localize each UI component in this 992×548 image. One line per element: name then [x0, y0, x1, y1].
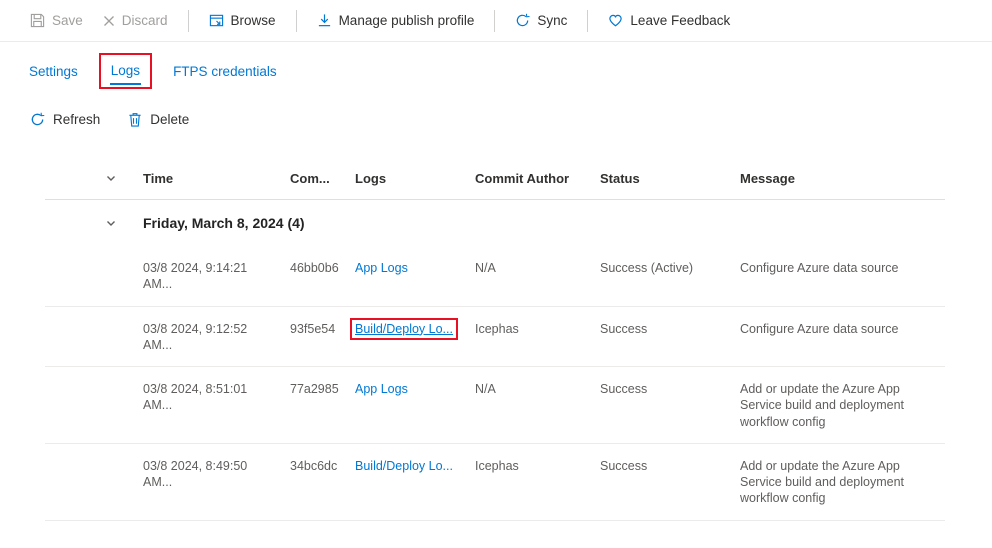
row-commit-author: N/A: [475, 260, 600, 276]
sync-button[interactable]: Sync: [515, 13, 567, 28]
row-message: Configure Azure data source: [740, 260, 945, 276]
discard-button[interactable]: Discard: [103, 13, 168, 28]
row-message: Add or update the Azure App Service buil…: [740, 381, 945, 430]
column-header-logs: Logs: [355, 171, 475, 186]
save-label: Save: [52, 13, 83, 28]
sync-icon: [515, 13, 530, 28]
browse-button[interactable]: Browse: [209, 13, 276, 28]
refresh-icon: [30, 112, 45, 127]
command-bar: Save Discard Browse: [0, 0, 992, 42]
column-header-message: Message: [740, 171, 945, 186]
tab-settings[interactable]: Settings: [28, 57, 79, 86]
row-time: 03/8 2024, 9:12:52 AM...: [143, 321, 290, 354]
save-icon: [30, 13, 45, 28]
column-header-commit-author: Commit Author: [475, 171, 600, 186]
column-header-status: Status: [600, 171, 740, 186]
row-commit-author: Icephas: [475, 458, 600, 474]
toolbar-separator: [188, 10, 189, 32]
row-message: Add or update the Azure App Service buil…: [740, 458, 945, 507]
row-time: 03/8 2024, 8:51:01 AM...: [143, 381, 290, 414]
row-commit: 34bc6dc: [290, 458, 355, 474]
row-status: Success: [600, 458, 740, 474]
leave-feedback-label: Leave Feedback: [630, 13, 730, 28]
logs-table: Time Com... Logs Commit Author Status Me…: [45, 158, 945, 521]
collapse-all-chevron[interactable]: [103, 170, 119, 186]
save-button[interactable]: Save: [30, 13, 83, 28]
annotation-highlight-logs-tab: Logs: [99, 53, 152, 89]
delete-button[interactable]: Delete: [128, 112, 189, 127]
tab-ftps-credentials[interactable]: FTPS credentials: [172, 57, 278, 86]
browse-icon: [209, 13, 224, 28]
toolbar-separator: [296, 10, 297, 32]
tab-logs[interactable]: Logs: [110, 56, 141, 85]
group-collapse-chevron[interactable]: [103, 215, 119, 231]
app-logs-link[interactable]: App Logs: [355, 261, 408, 275]
logs-action-bar: Refresh Delete: [0, 108, 992, 130]
discard-label: Discard: [122, 13, 168, 28]
app-logs-link[interactable]: App Logs: [355, 382, 408, 396]
row-time: 03/8 2024, 8:49:50 AM...: [143, 458, 290, 491]
column-header-time: Time: [143, 171, 290, 186]
row-status: Success: [600, 381, 740, 397]
table-row: 03/8 2024, 9:14:21 AM... 46bb0b6 App Log…: [45, 246, 945, 307]
build-deploy-logs-link[interactable]: Build/Deploy Lo...: [355, 459, 453, 473]
leave-feedback-button[interactable]: Leave Feedback: [608, 13, 730, 28]
table-header-row: Time Com... Logs Commit Author Status Me…: [45, 158, 945, 200]
download-icon: [317, 13, 332, 28]
refresh-button[interactable]: Refresh: [30, 112, 100, 127]
annotation-highlight-build-deploy-logs-link: Build/Deploy Lo...: [350, 318, 458, 340]
manage-publish-profile-button[interactable]: Manage publish profile: [317, 13, 475, 28]
column-header-commit: Com...: [290, 171, 355, 186]
heart-icon: [608, 13, 623, 28]
deployment-center-page: Save Discard Browse: [0, 0, 992, 548]
table-row: 03/8 2024, 8:49:50 AM... 34bc6dc Build/D…: [45, 444, 945, 521]
build-deploy-logs-link[interactable]: Build/Deploy Lo...: [355, 322, 453, 336]
row-commit-author: N/A: [475, 381, 600, 397]
tab-bar: Settings Logs FTPS credentials: [0, 52, 992, 90]
row-commit-author: Icephas: [475, 321, 600, 337]
manage-publish-profile-label: Manage publish profile: [339, 13, 475, 28]
row-message: Configure Azure data source: [740, 321, 945, 337]
date-group-label: Friday, March 8, 2024 (4): [143, 215, 945, 231]
table-row: 03/8 2024, 9:12:52 AM... 93f5e54 Build/D…: [45, 307, 945, 368]
refresh-label: Refresh: [53, 112, 100, 127]
discard-icon: [103, 15, 115, 27]
row-status: Success (Active): [600, 260, 740, 276]
sync-label: Sync: [537, 13, 567, 28]
row-commit: 93f5e54: [290, 321, 355, 337]
delete-label: Delete: [150, 112, 189, 127]
table-row: 03/8 2024, 8:51:01 AM... 77a2985 App Log…: [45, 367, 945, 444]
toolbar-separator: [494, 10, 495, 32]
row-commit: 77a2985: [290, 381, 355, 397]
row-status: Success: [600, 321, 740, 337]
toolbar-separator: [587, 10, 588, 32]
delete-icon: [128, 112, 142, 127]
browse-label: Browse: [231, 13, 276, 28]
row-time: 03/8 2024, 9:14:21 AM...: [143, 260, 290, 293]
date-group-row: Friday, March 8, 2024 (4): [45, 200, 945, 246]
row-commit: 46bb0b6: [290, 260, 355, 276]
